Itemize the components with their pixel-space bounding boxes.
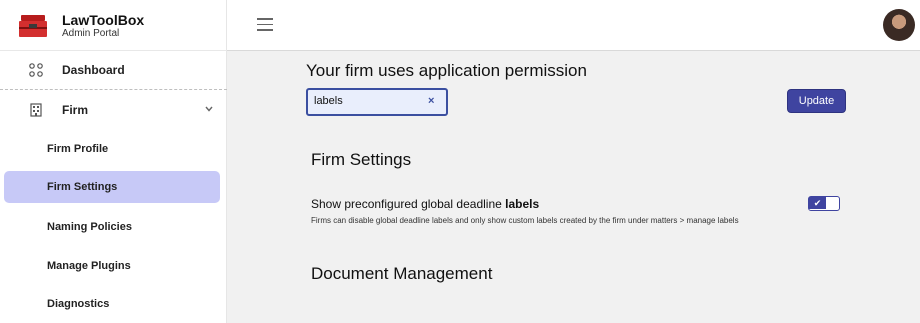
grid-icon: [29, 63, 43, 77]
chevron-down-icon[interactable]: [204, 104, 214, 114]
check-icon: ✔: [809, 197, 826, 209]
sidebar: LawToolBox Admin Portal Dashboard Firm F…: [0, 0, 227, 323]
sidebar-item-firm-profile[interactable]: Firm Profile: [4, 133, 220, 165]
sidebar-item-manage-plugins[interactable]: Manage Plugins: [4, 250, 220, 282]
brand-title: LawToolBox: [62, 12, 145, 28]
search-field[interactable]: ×: [306, 88, 448, 116]
global-labels-toggle[interactable]: ✔: [808, 196, 840, 211]
sidebar-item-label: Naming Policies: [47, 221, 132, 233]
toolbox-logo-icon: [19, 15, 47, 37]
sidebar-item-firm-settings[interactable]: Firm Settings: [4, 171, 220, 203]
setting-label-text: Show preconfigured global deadline: [311, 197, 506, 211]
menu-icon[interactable]: [257, 18, 273, 31]
permission-title: Your firm uses application permission: [306, 61, 587, 80]
sidebar-item-label: Diagnostics: [47, 298, 110, 310]
sidebar-item-label: Dashboard: [62, 63, 125, 77]
sidebar-item-label: Firm: [62, 103, 89, 117]
document-management-heading: Document Management: [311, 264, 493, 283]
sidebar-item-naming-policies[interactable]: Naming Policies: [4, 211, 220, 243]
avatar[interactable]: [883, 9, 915, 41]
sidebar-item-label: Manage Plugins: [47, 260, 131, 272]
update-button[interactable]: Update: [787, 89, 846, 113]
sidebar-item-label: Firm Settings: [47, 181, 118, 193]
building-icon: [30, 103, 42, 117]
close-icon[interactable]: ×: [428, 95, 434, 107]
brand[interactable]: LawToolBox Admin Portal: [18, 12, 144, 40]
setting-label: Show preconfigured global deadline label…: [311, 197, 539, 211]
brand-subtitle: Admin Portal: [62, 28, 120, 39]
sidebar-item-label: Firm Profile: [47, 143, 109, 155]
sidebar-item-dashboard[interactable]: Dashboard: [0, 50, 227, 90]
sidebar-item-diagnostics[interactable]: Diagnostics: [4, 288, 220, 320]
firm-settings-heading: Firm Settings: [311, 150, 412, 169]
setting-label-highlight: labels: [505, 197, 540, 211]
top-bar: [227, 0, 920, 51]
search-input[interactable]: [314, 95, 424, 107]
setting-description: Firms can disable global deadline labels…: [311, 216, 739, 225]
main-content: Your firm uses application permission × …: [227, 51, 920, 323]
sidebar-item-firm[interactable]: Firm: [0, 90, 227, 130]
